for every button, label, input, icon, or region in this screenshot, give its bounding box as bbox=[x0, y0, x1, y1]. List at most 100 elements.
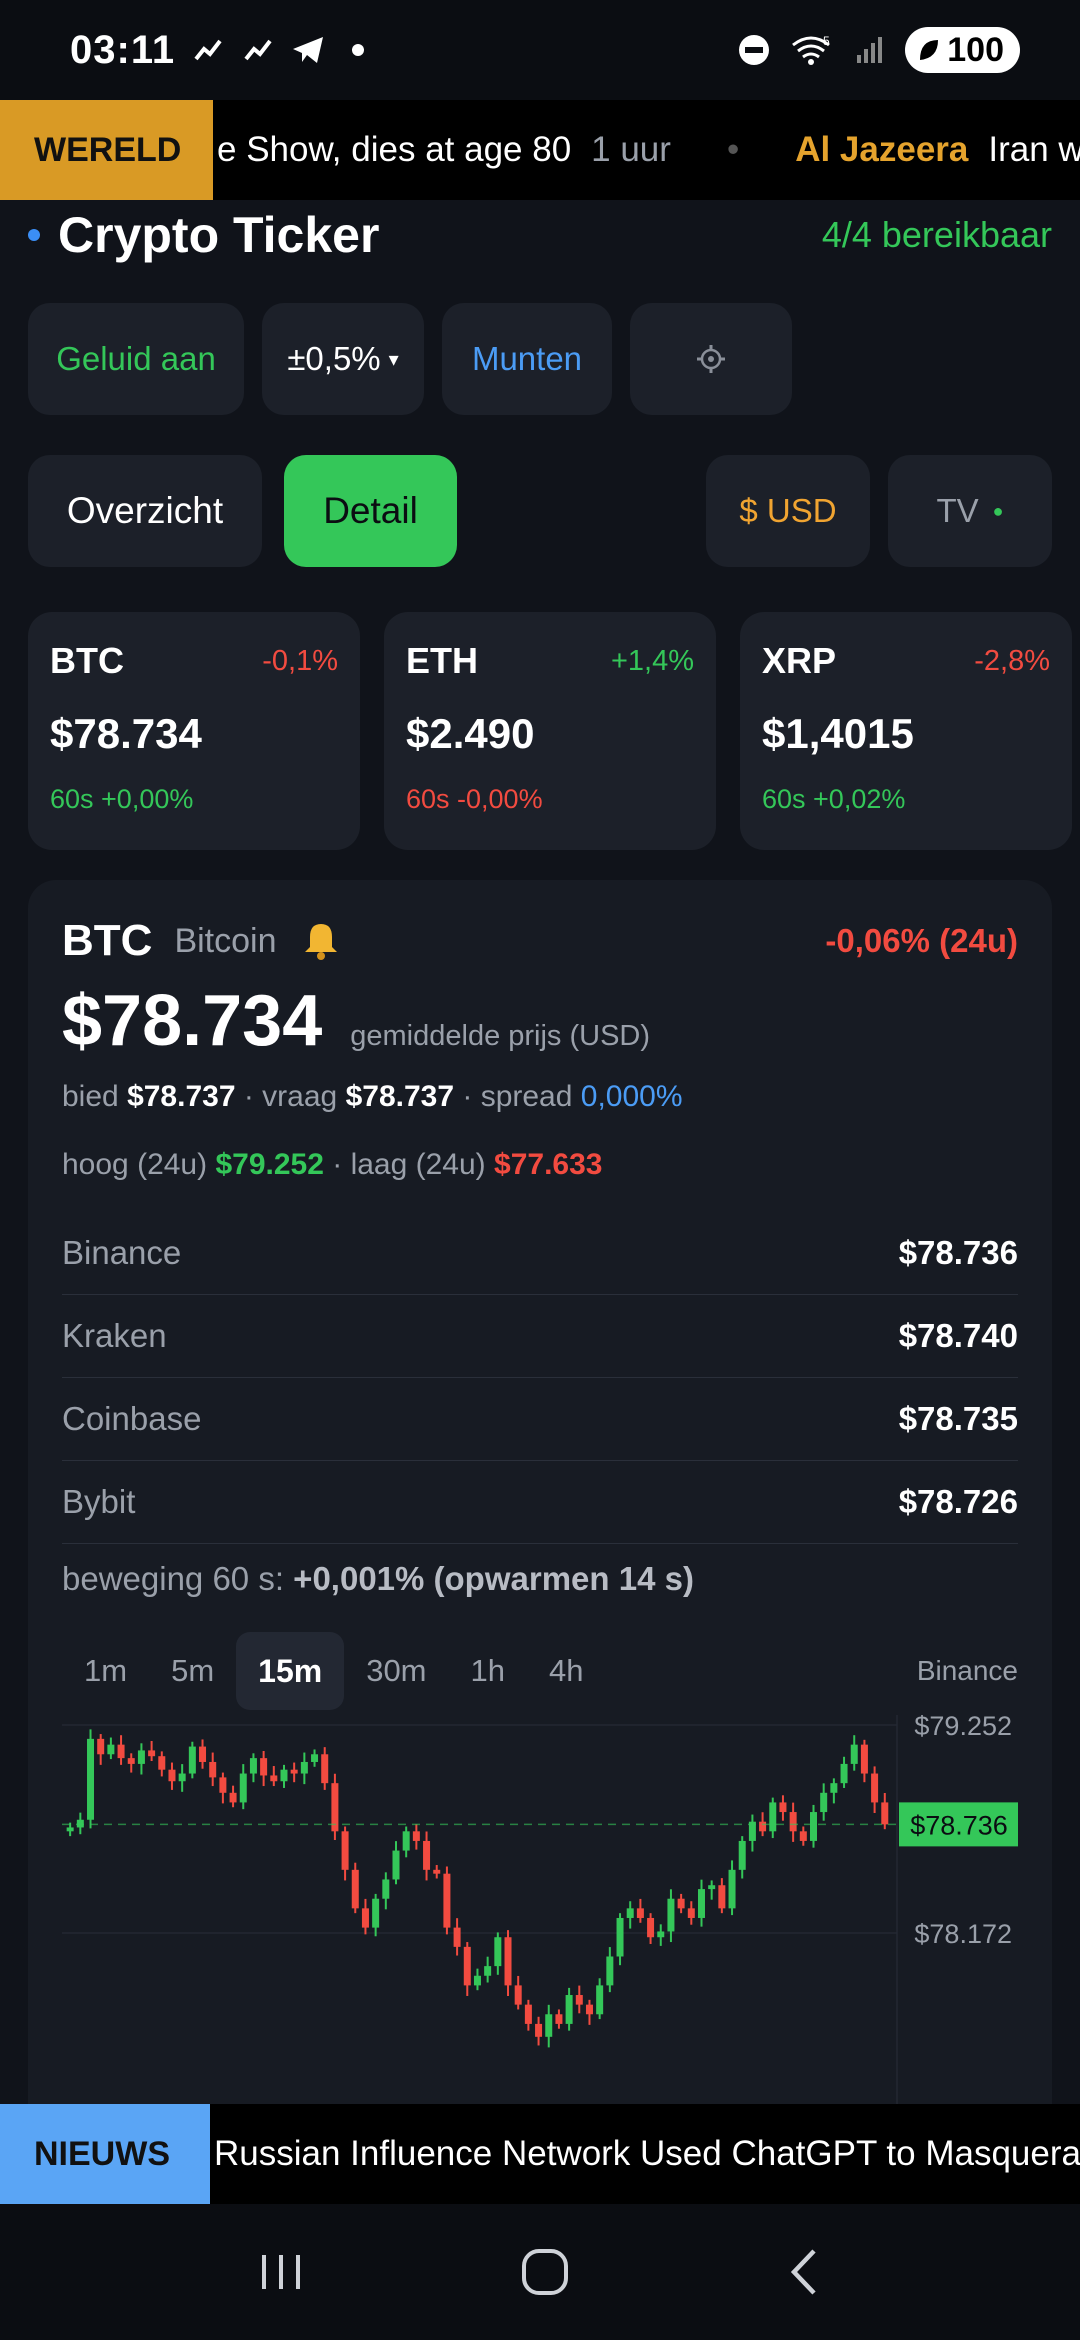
tv-status-dot-icon: ● bbox=[992, 500, 1004, 521]
tab-overview[interactable]: Overzicht bbox=[28, 455, 262, 567]
currency-button[interactable]: $ USD bbox=[706, 455, 870, 567]
timeframe-15m[interactable]: 15m bbox=[236, 1632, 345, 1710]
candle-body bbox=[290, 1769, 298, 1774]
exchange-price: $78.726 bbox=[898, 1483, 1018, 1520]
candle-body bbox=[412, 1831, 420, 1841]
candle-body bbox=[260, 1758, 268, 1776]
world-news-ticker[interactable]: WERELD e Show, dies at age 80 1 uur • Al… bbox=[0, 100, 1080, 200]
settings-button[interactable] bbox=[630, 303, 792, 415]
candle-body bbox=[524, 2004, 532, 2024]
exchange-price: $78.735 bbox=[898, 1400, 1018, 1437]
candle-body bbox=[545, 2014, 553, 2037]
coins-button[interactable]: Munten bbox=[442, 303, 612, 415]
trend-icon bbox=[191, 33, 225, 67]
do-not-disturb-icon bbox=[737, 33, 771, 67]
spread-value: 0,000% bbox=[580, 1080, 683, 1113]
candle-body bbox=[239, 1773, 247, 1803]
chevron-down-icon: ▾ bbox=[388, 348, 399, 371]
candle-body bbox=[219, 1777, 227, 1793]
spread-label: · spread bbox=[462, 1080, 573, 1113]
exchange-name: Binance bbox=[62, 1234, 182, 1271]
coin-symbol: XRP bbox=[762, 640, 837, 681]
app-screen: 03:11 5 100 WERELD e Show, dies at age 8… bbox=[0, 0, 1080, 2340]
candle-body bbox=[779, 1802, 787, 1813]
ticker-tag-news: NIEUWS bbox=[0, 2104, 210, 2204]
coin-price: $2.490 bbox=[406, 710, 535, 757]
coin-60s-change: 60s -0,00% bbox=[406, 784, 543, 814]
ticker-separator: • bbox=[726, 130, 740, 169]
ticker-source: Al Jazeera bbox=[795, 130, 969, 169]
battery-indicator: 100 bbox=[905, 27, 1020, 73]
timeframe-5m[interactable]: 5m bbox=[149, 1632, 236, 1710]
telegram-icon bbox=[291, 33, 325, 67]
ticker-tag-world: WERELD bbox=[0, 100, 213, 200]
coin-change: -0,1% bbox=[262, 644, 338, 677]
timeframe-4h[interactable]: 4h bbox=[527, 1632, 605, 1710]
exchange-name: Kraken bbox=[62, 1317, 167, 1354]
tab-detail[interactable]: Detail bbox=[284, 455, 457, 567]
timeframe-1h[interactable]: 1h bbox=[449, 1632, 527, 1710]
exchange-row: Coinbase $78.735 bbox=[62, 1378, 1018, 1461]
candle-body bbox=[168, 1769, 176, 1782]
candle-body bbox=[87, 1738, 95, 1820]
movement-line: beweging 60 s: +0,001% (opwarmen 14 s) bbox=[62, 1560, 694, 1598]
candle-body bbox=[473, 1975, 481, 1986]
high-low-line: hoog (24u) $79.252 · laag (24u) $77.633 bbox=[62, 1148, 602, 1182]
news-ticker[interactable]: NIEUWS Russian Influence Network Used Ch… bbox=[0, 2104, 1080, 2204]
movement-label: beweging 60 s: bbox=[62, 1560, 284, 1597]
recents-icon[interactable] bbox=[256, 2247, 306, 2297]
coin-card-xrp[interactable]: XRP -2,8% $1,4015 60s +0,02% bbox=[740, 612, 1072, 850]
candle-body bbox=[433, 1869, 441, 1874]
news-headline[interactable]: Russian Influence Network Used ChatGPT t… bbox=[214, 2134, 1080, 2174]
back-icon[interactable] bbox=[784, 2246, 824, 2298]
ticker-age: 1 uur bbox=[591, 130, 671, 169]
candle-body bbox=[199, 1746, 207, 1762]
control-row: Geluid aan ±0,5% ▾ Munten bbox=[28, 303, 1052, 415]
bell-icon[interactable] bbox=[299, 919, 343, 963]
ticker-headline-next[interactable]: Iran war bbox=[988, 130, 1080, 170]
candle-body bbox=[209, 1761, 217, 1778]
detail-coin-name: Bitcoin bbox=[174, 921, 277, 960]
candle-body bbox=[463, 1946, 471, 1986]
exchange-price: $78.736 bbox=[898, 1234, 1018, 1271]
navigation-bar bbox=[0, 2204, 1080, 2340]
detail-price-caption: gemiddelde prijs (USD) bbox=[350, 1020, 651, 1052]
high-label: hoog (24u) bbox=[62, 1148, 208, 1181]
timeframe-30m[interactable]: 30m bbox=[344, 1632, 448, 1710]
candle-body bbox=[647, 1917, 655, 1938]
tv-button[interactable]: TV ● bbox=[888, 455, 1052, 567]
candle-body bbox=[667, 1898, 675, 1932]
timeframe-selector: 1m 5m 15m 30m 1h 4h Binance bbox=[62, 1632, 1018, 1710]
page-title: Crypto Ticker bbox=[58, 207, 380, 263]
sound-toggle-button[interactable]: Geluid aan bbox=[28, 303, 244, 415]
candle-body bbox=[596, 1985, 604, 2015]
coin-change: +1,4% bbox=[610, 644, 694, 677]
candle-body bbox=[585, 2004, 593, 2015]
y-tick-label: $79.252 bbox=[914, 1715, 1012, 1741]
candle-body bbox=[697, 1889, 705, 1918]
candle-body bbox=[402, 1831, 410, 1851]
candle-body bbox=[789, 1812, 797, 1832]
candle-body bbox=[178, 1773, 186, 1782]
candle-body bbox=[76, 1819, 84, 1828]
low-label: · laag (24u) bbox=[332, 1148, 486, 1181]
candle-body bbox=[820, 1792, 828, 1813]
ticker-headline[interactable]: e Show, dies at age 80 bbox=[217, 130, 571, 170]
threshold-select[interactable]: ±0,5% ▾ bbox=[262, 303, 424, 415]
coin-card-btc[interactable]: BTC -0,1% $78.734 60s +0,00% bbox=[28, 612, 360, 850]
coin-60s-change: 60s +0,00% bbox=[50, 784, 194, 814]
candle-body bbox=[484, 1966, 492, 1976]
leaf-icon bbox=[920, 40, 939, 60]
candle-body bbox=[535, 2023, 543, 2037]
candle-body bbox=[127, 1758, 135, 1764]
candle-body bbox=[300, 1761, 308, 1774]
coin-card-eth[interactable]: ETH +1,4% $2.490 60s -0,00% bbox=[384, 612, 716, 850]
candle-body bbox=[881, 1802, 889, 1825]
candle-body bbox=[555, 2014, 563, 2024]
home-icon[interactable] bbox=[519, 2246, 571, 2298]
detail-24h-change: -0,06% (24u) bbox=[825, 922, 1018, 959]
timeframe-1m[interactable]: 1m bbox=[62, 1632, 149, 1710]
candle-body bbox=[249, 1758, 257, 1774]
detail-price: $78.734 bbox=[62, 981, 323, 1061]
trend-icon bbox=[241, 33, 275, 67]
